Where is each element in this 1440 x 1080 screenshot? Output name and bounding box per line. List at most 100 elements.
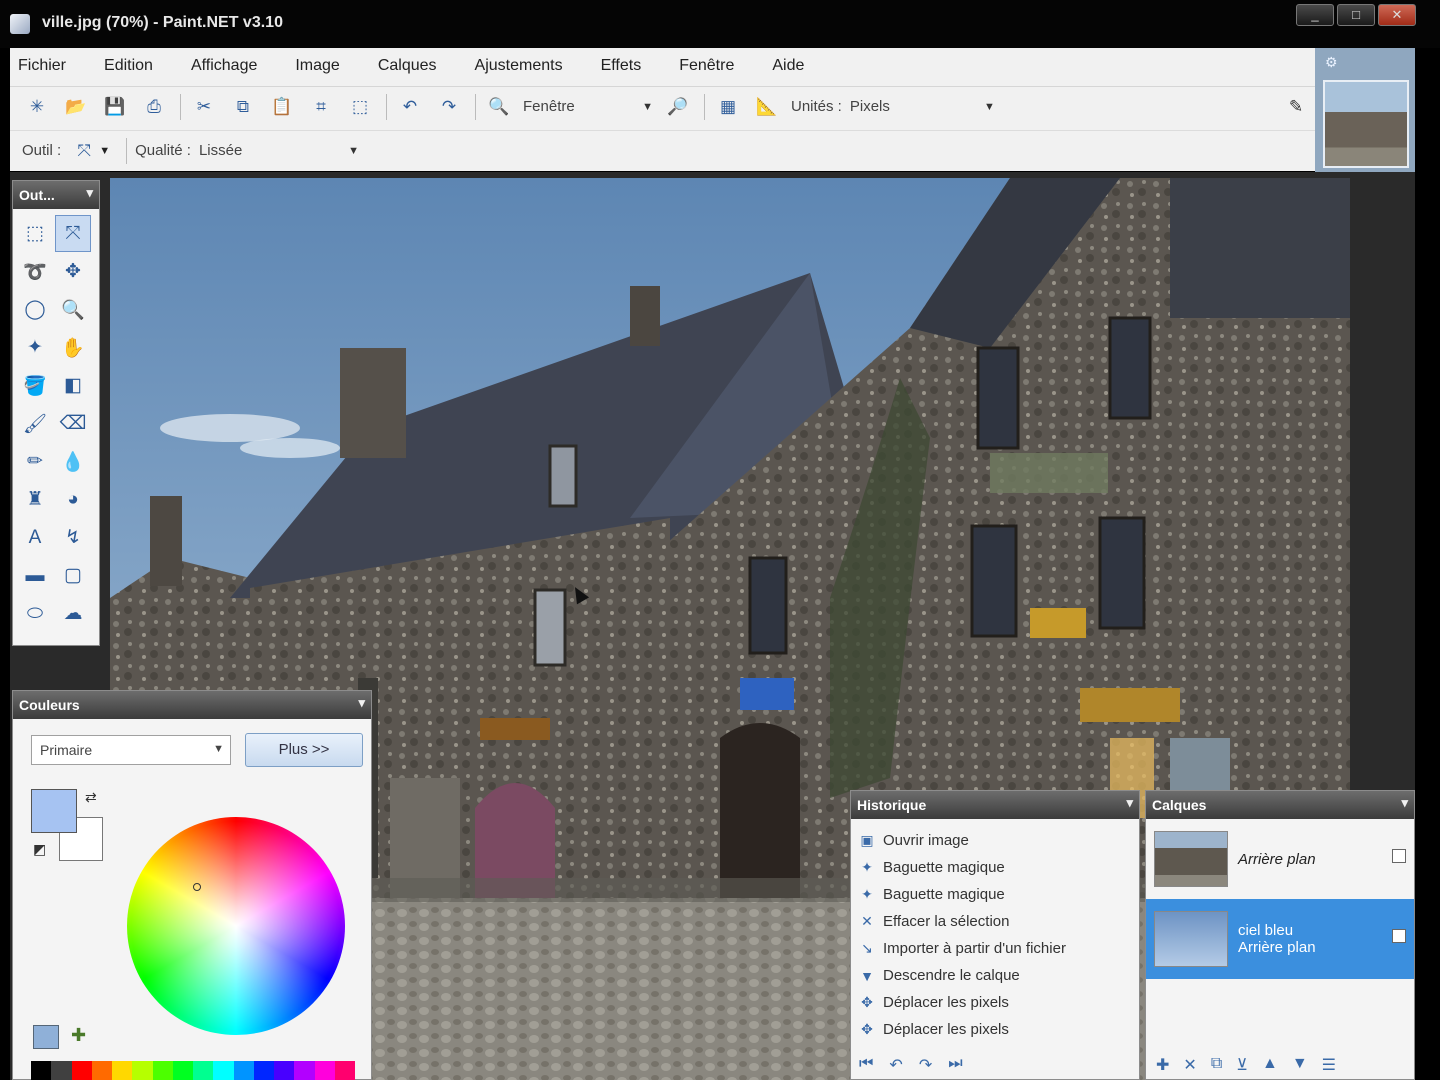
- ellipse-select-tool-icon[interactable]: ◯: [17, 291, 53, 328]
- cut-icon[interactable]: ✂: [189, 92, 219, 122]
- rewind-icon[interactable]: ⏮: [859, 1055, 873, 1075]
- menu-ajustements[interactable]: Ajustements: [475, 57, 563, 75]
- palette-swatch[interactable]: [112, 1061, 133, 1080]
- move-selected-tool-icon[interactable]: ✥: [55, 253, 91, 290]
- primary-color-swatch[interactable]: [31, 789, 77, 833]
- move-selection-tool-icon[interactable]: ⤧: [55, 215, 91, 252]
- colors-panel-title[interactable]: Couleurs ▾: [13, 691, 371, 719]
- add-layer-icon[interactable]: ✚: [1156, 1055, 1169, 1075]
- palette-swatch[interactable]: [213, 1061, 234, 1080]
- tools-panel-title[interactable]: Out... ▾: [13, 181, 99, 209]
- palette-icon[interactable]: [33, 1025, 59, 1049]
- maximize-button[interactable]: □: [1337, 4, 1375, 26]
- palette-swatch[interactable]: [51, 1061, 72, 1080]
- palette-swatch[interactable]: [71, 1061, 92, 1080]
- palette-swatch[interactable]: [253, 1061, 274, 1080]
- crop-icon[interactable]: ⌗: [306, 92, 336, 122]
- move-selection-tool-icon[interactable]: ⤧: [69, 136, 99, 166]
- grid-icon[interactable]: ▦: [713, 92, 743, 122]
- primary-secondary-select[interactable]: Primaire ▼: [31, 735, 231, 765]
- deselect-icon[interactable]: ⬚: [345, 92, 375, 122]
- add-color-icon[interactable]: ✚: [71, 1025, 86, 1046]
- move-layer-up-icon[interactable]: ▲: [1262, 1055, 1278, 1075]
- palette-swatch[interactable]: [31, 1061, 52, 1080]
- undo-icon[interactable]: ↶: [395, 92, 425, 122]
- units-combo[interactable]: Pixels ▼: [850, 98, 995, 115]
- palette-swatch[interactable]: [314, 1061, 335, 1080]
- palette-swatch[interactable]: [193, 1061, 214, 1080]
- palette-swatch[interactable]: [91, 1061, 112, 1080]
- palette-swatch[interactable]: [233, 1061, 254, 1080]
- move-layer-down-icon[interactable]: ▼: [1292, 1055, 1308, 1075]
- color-palette[interactable]: [31, 1061, 355, 1080]
- chevron-down-icon[interactable]: ▼: [99, 145, 110, 157]
- layer-visibility-checkbox[interactable]: [1392, 849, 1406, 863]
- freeform-shape-tool-icon[interactable]: ☁: [55, 595, 91, 632]
- panel-options-icon[interactable]: ▾: [1401, 795, 1408, 811]
- recolor-tool-icon[interactable]: ◕: [55, 481, 91, 518]
- menu-aide[interactable]: Aide: [772, 57, 804, 75]
- history-item[interactable]: ✕ Effacer la sélection: [857, 908, 1133, 935]
- history-item[interactable]: ▼ Descendre le calque: [857, 962, 1133, 989]
- zoom-tool-icon[interactable]: 🔍: [55, 291, 91, 328]
- palette-swatch[interactable]: [172, 1061, 193, 1080]
- color-picker-tool-icon[interactable]: 💧: [55, 443, 91, 480]
- new-image-icon[interactable]: ✳: [22, 92, 52, 122]
- undo-icon[interactable]: ↶: [889, 1055, 902, 1075]
- duplicate-layer-icon[interactable]: ⧉: [1211, 1055, 1222, 1075]
- color-wheel[interactable]: [127, 817, 345, 1035]
- panel-options-icon[interactable]: ▾: [86, 185, 93, 201]
- rectangle-tool-icon[interactable]: ▬: [17, 557, 53, 594]
- color-wheel-marker[interactable]: [193, 883, 201, 891]
- zoom-out-icon[interactable]: 🔍: [484, 92, 514, 122]
- redo-icon[interactable]: ↷: [919, 1055, 932, 1075]
- more-colors-button[interactable]: Plus >>: [245, 733, 363, 767]
- layer-row[interactable]: ciel bleu Arrière plan: [1146, 899, 1414, 979]
- ellipse-tool-icon[interactable]: ⬭: [17, 595, 53, 632]
- panel-options-icon[interactable]: ▾: [1126, 795, 1133, 811]
- layer-visibility-checkbox[interactable]: [1392, 929, 1406, 943]
- copy-icon[interactable]: ⧉: [228, 92, 258, 122]
- merge-layer-icon[interactable]: ⊻: [1236, 1055, 1248, 1075]
- redo-icon[interactable]: ↷: [434, 92, 464, 122]
- palette-swatch[interactable]: [274, 1061, 295, 1080]
- history-item[interactable]: ✥ Déplacer les pixels: [857, 989, 1133, 1016]
- minimize-button[interactable]: _: [1296, 4, 1334, 26]
- layer-row[interactable]: Arrière plan: [1146, 819, 1414, 899]
- history-panel-title[interactable]: Historique ▾: [851, 791, 1139, 819]
- eraser-tool-icon[interactable]: ⌫: [55, 405, 91, 442]
- print-icon[interactable]: ⎙: [139, 92, 169, 122]
- palette-swatch[interactable]: [334, 1061, 355, 1080]
- reset-colors-icon[interactable]: ◩: [33, 841, 46, 858]
- color-picker-icon[interactable]: ✎: [1281, 92, 1311, 122]
- history-item[interactable]: ✥ Déplacer les pixels: [857, 1016, 1133, 1043]
- palette-swatch[interactable]: [294, 1061, 315, 1080]
- pencil-tool-icon[interactable]: ✏: [17, 443, 53, 480]
- quality-combo[interactable]: Lissée ▼: [199, 142, 359, 159]
- history-item[interactable]: ✦ Baguette magique: [857, 881, 1133, 908]
- zoom-in-icon[interactable]: 🔎: [663, 92, 693, 122]
- fast-forward-icon[interactable]: ⏭: [948, 1055, 962, 1075]
- paste-icon[interactable]: 📋: [267, 92, 297, 122]
- delete-layer-icon[interactable]: ✕: [1183, 1055, 1196, 1075]
- menu-edition[interactable]: Edition: [104, 57, 153, 75]
- menu-calques[interactable]: Calques: [378, 57, 437, 75]
- save-icon[interactable]: 💾: [100, 92, 130, 122]
- text-tool-icon[interactable]: A: [17, 519, 53, 556]
- history-item[interactable]: ✦ Baguette magique: [857, 854, 1133, 881]
- palette-swatch[interactable]: [152, 1061, 173, 1080]
- rectangle-select-tool-icon[interactable]: ⬚: [17, 215, 53, 252]
- pin-icon[interactable]: ⚙: [1325, 54, 1338, 71]
- paint-bucket-tool-icon[interactable]: 🪣: [17, 367, 53, 404]
- pan-tool-icon[interactable]: ✋: [55, 329, 91, 366]
- swap-colors-icon[interactable]: ⇄: [85, 789, 97, 806]
- zoom-combo[interactable]: Fenêtre ▼: [523, 98, 653, 115]
- open-folder-icon[interactable]: 📂: [61, 92, 91, 122]
- gradient-tool-icon[interactable]: ◧: [55, 367, 91, 404]
- line-curve-tool-icon[interactable]: ↯: [55, 519, 91, 556]
- layers-panel-title[interactable]: Calques ▾: [1146, 791, 1414, 819]
- menu-image[interactable]: Image: [295, 57, 339, 75]
- history-item[interactable]: ▣ Ouvrir image: [857, 827, 1133, 854]
- menu-fenetre[interactable]: Fenêtre: [679, 57, 734, 75]
- layer-properties-icon[interactable]: ☰: [1322, 1055, 1336, 1075]
